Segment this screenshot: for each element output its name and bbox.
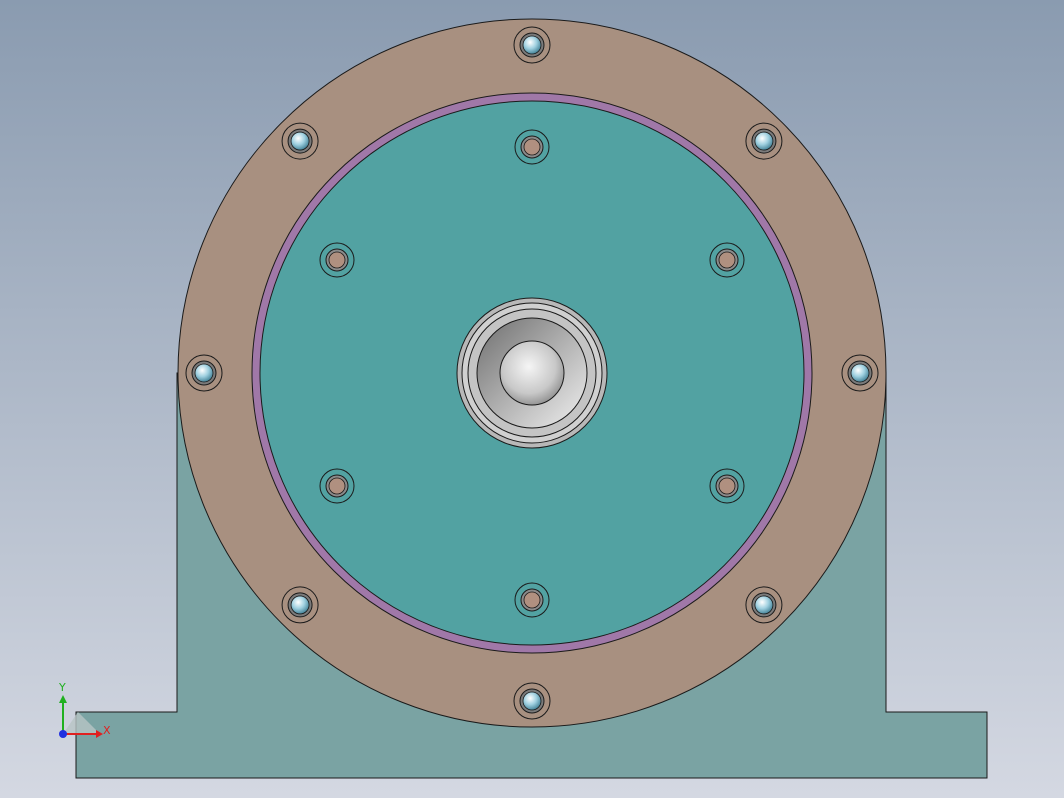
cover-screw-head (523, 591, 541, 609)
cover-screw-head (328, 477, 346, 495)
flange-bolt-head (754, 131, 774, 151)
flange-bolt-head (290, 131, 310, 151)
flange-bolt-head (754, 595, 774, 615)
flange-bolt-head (522, 691, 542, 711)
axis-y-label: Y (58, 681, 66, 694)
axis-x-label: X (103, 724, 111, 737)
flange-bolt-head (194, 363, 214, 383)
cover-screw-head (718, 251, 736, 269)
cad-viewport[interactable]: X Y (0, 0, 1064, 798)
bearing-assembly[interactable] (456, 297, 608, 449)
flange-bolt-head (522, 35, 542, 55)
shaft-bore[interactable] (499, 340, 565, 406)
cover-screw-head (328, 251, 346, 269)
cover-screw-head (718, 477, 736, 495)
flange-bolt-head (850, 363, 870, 383)
axis-z-dot (59, 730, 67, 738)
cover-screw-head (523, 138, 541, 156)
flange-bolt-head (290, 595, 310, 615)
